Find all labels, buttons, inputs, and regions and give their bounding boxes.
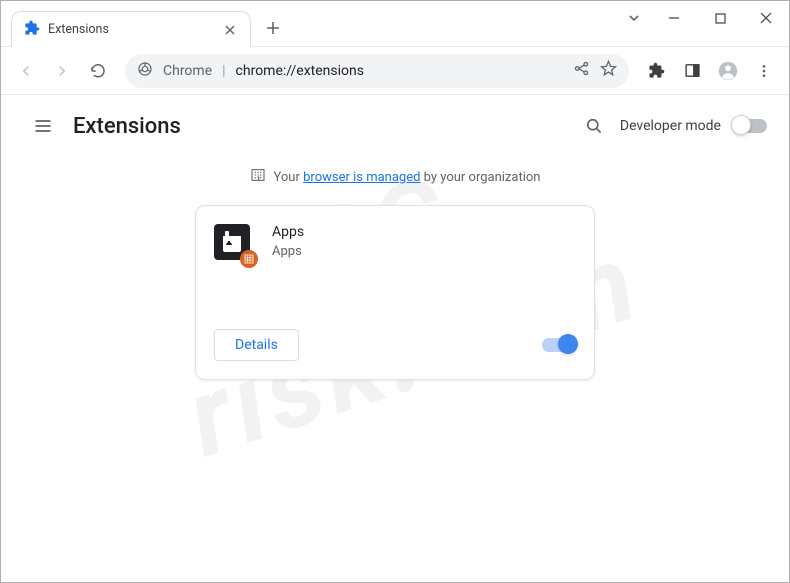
managed-text: Your browser is managed by your organiza… [274, 170, 541, 185]
window-titlebar: Extensions [1, 1, 789, 47]
extensions-button[interactable] [639, 54, 673, 88]
address-bar[interactable]: Chrome | chrome://extensions [125, 54, 629, 88]
search-button[interactable] [574, 106, 614, 146]
extension-enable-toggle[interactable] [542, 338, 576, 352]
developer-mode-toggle[interactable] [733, 119, 767, 133]
hamburger-menu-button[interactable] [23, 106, 63, 146]
extension-description: Apps [272, 244, 576, 259]
reload-button[interactable] [81, 54, 115, 88]
developer-mode-label: Developer mode [620, 118, 721, 134]
browser-toolbar: Chrome | chrome://extensions [1, 47, 789, 95]
page-title: Extensions [73, 114, 181, 139]
sidepanel-button[interactable] [675, 54, 709, 88]
new-tab-button[interactable] [259, 14, 287, 42]
details-button[interactable]: Details [214, 329, 299, 361]
browser-tab[interactable]: Extensions [11, 11, 251, 47]
close-tab-button[interactable] [222, 22, 238, 38]
tabs-area: Extensions [1, 1, 617, 46]
managed-link[interactable]: browser is managed [303, 170, 420, 185]
minimize-button[interactable] [651, 1, 697, 35]
extensions-list: Apps Apps Details [1, 197, 789, 380]
tab-search-button[interactable] [617, 1, 651, 35]
window-close-button[interactable] [743, 1, 789, 35]
url-text: Chrome | chrome://extensions [163, 63, 364, 79]
forward-button [45, 54, 79, 88]
profile-button[interactable] [711, 54, 745, 88]
browser-menu-button[interactable] [747, 54, 781, 88]
back-button [9, 54, 43, 88]
managed-notice: Your browser is managed by your organiza… [1, 157, 789, 197]
policy-badge-icon [240, 250, 258, 268]
chrome-icon [137, 61, 153, 81]
page-content: Extensions Developer mode Your browser i… [1, 95, 789, 380]
extension-icon [24, 20, 40, 40]
share-icon[interactable] [573, 60, 590, 81]
maximize-button[interactable] [697, 1, 743, 35]
building-icon [250, 167, 266, 187]
extension-name: Apps [272, 224, 576, 240]
tab-title: Extensions [48, 22, 214, 37]
extensions-header: Extensions Developer mode [1, 95, 789, 157]
window-controls [617, 1, 789, 46]
extension-item-icon [214, 224, 254, 264]
bookmark-icon[interactable] [600, 60, 617, 81]
extension-card: Apps Apps Details [195, 205, 595, 380]
omnibox-actions [573, 60, 617, 81]
